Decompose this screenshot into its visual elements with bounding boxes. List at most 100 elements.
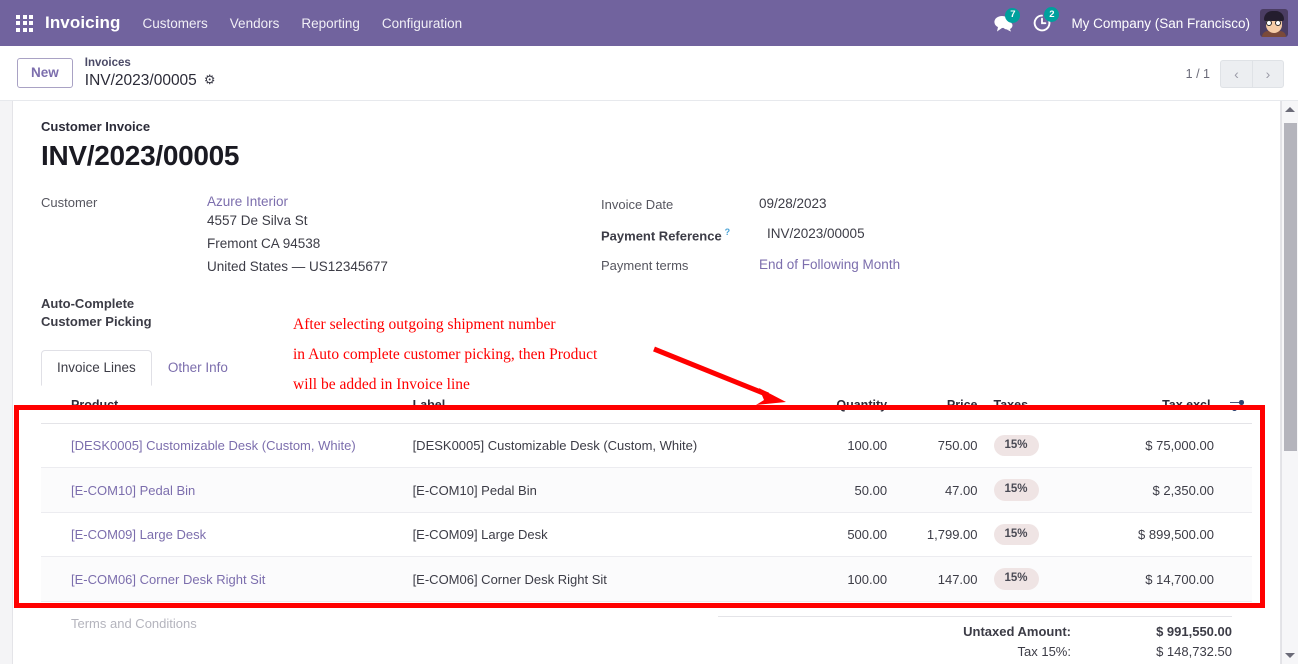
- customer-address-line-1: 4557 De Silva St: [207, 213, 308, 228]
- cell-taxes[interactable]: 15%: [985, 512, 1082, 558]
- cell-product[interactable]: [E-COM10] Pedal Bin: [41, 467, 405, 513]
- customer-address-line-2: Fremont CA 94538: [207, 236, 321, 252]
- avatar[interactable]: [1260, 9, 1288, 37]
- cell-quantity[interactable]: 100.00: [790, 423, 896, 469]
- column-header-quantity[interactable]: Quantity: [790, 385, 896, 424]
- avatar-glasses-right: [1275, 20, 1281, 26]
- column-header-label[interactable]: Label: [404, 385, 791, 424]
- activities-menu[interactable]: 2: [1033, 7, 1060, 32]
- invoice-date-label: Invoice Date: [601, 197, 674, 212]
- customer-value-group: Azure Interior 4557 De Silva St Fremont …: [207, 194, 388, 279]
- tab-invoice-lines[interactable]: Invoice Lines: [41, 349, 152, 386]
- tax-badge: 15%: [993, 568, 1039, 590]
- cell-tax-excl: $ 14,700.00: [1081, 556, 1222, 602]
- field-payment-terms: Payment terms End of Following Month: [601, 257, 1121, 273]
- column-header-tax-excl[interactable]: Tax excl.: [1081, 385, 1222, 424]
- column-header-price[interactable]: Price: [895, 385, 986, 424]
- column-header-taxes[interactable]: Taxes: [985, 385, 1082, 424]
- pager-buttons: ‹ ›: [1220, 59, 1284, 88]
- cell-taxes[interactable]: 15%: [985, 467, 1082, 513]
- vertical-scrollbar[interactable]: [1281, 101, 1298, 664]
- tax-value: $ 148,732.50: [1156, 643, 1232, 659]
- sheet-footer: Terms and Conditions Untaxed Amount: $ 9…: [41, 615, 1252, 664]
- pager-count: 1 / 1: [1185, 66, 1210, 81]
- scroll-up-arrow-icon[interactable]: [1282, 101, 1298, 118]
- cell-label[interactable]: [E-COM09] Large Desk: [404, 512, 791, 558]
- table-row[interactable]: [E-COM10] Pedal Bin [E-COM10] Pedal Bin …: [41, 467, 1252, 513]
- avatar-glasses-left: [1266, 20, 1272, 26]
- terms-and-conditions-input[interactable]: Terms and Conditions: [49, 616, 718, 664]
- cell-spacer: [1221, 512, 1252, 558]
- invoice-lines-table: Product Label Quantity Price Taxes Tax e…: [41, 385, 1252, 602]
- help-icon[interactable]: ?: [725, 227, 731, 237]
- payment-reference-value[interactable]: INV/2023/00005: [767, 226, 865, 241]
- cell-price[interactable]: 1,799.00: [895, 512, 986, 558]
- cell-quantity[interactable]: 100.00: [790, 556, 896, 602]
- table-header-row: Product Label Quantity Price Taxes Tax e…: [41, 385, 1252, 424]
- menu-configuration[interactable]: Configuration: [382, 16, 462, 31]
- cell-price[interactable]: 147.00: [895, 556, 986, 602]
- menu-vendors[interactable]: Vendors: [230, 16, 280, 31]
- cell-tax-excl: $ 899,500.00: [1081, 512, 1222, 558]
- activities-badge: 2: [1044, 7, 1060, 22]
- total-row-untaxed: Untaxed Amount: $ 991,550.00: [718, 624, 1232, 639]
- scroll-down-arrow-icon[interactable]: [1282, 647, 1298, 664]
- customer-label: Customer: [41, 195, 98, 210]
- control-panel: New Invoices INV/2023/00005 ⚙ 1 / 1 ‹ ›: [0, 46, 1298, 101]
- user-company-menu[interactable]: My Company (San Francisco): [1071, 16, 1250, 31]
- cell-quantity[interactable]: 500.00: [790, 512, 896, 558]
- cell-taxes[interactable]: 15%: [985, 423, 1082, 469]
- apps-grid-icon[interactable]: [16, 14, 33, 32]
- cell-tax-excl: $ 75,000.00: [1081, 423, 1222, 469]
- menu-reporting[interactable]: Reporting: [301, 16, 360, 31]
- chevron-right-icon[interactable]: ›: [1252, 59, 1284, 88]
- app-brand-invoicing[interactable]: Invoicing: [45, 13, 121, 33]
- scrollbar-thumb[interactable]: [1284, 123, 1297, 451]
- menu-customers[interactable]: Customers: [143, 16, 208, 31]
- tax-label: Tax 15%:: [1017, 643, 1071, 659]
- autocomplete-label-line2: Customer Picking: [41, 314, 152, 330]
- customer-address-line-3: United States — US12345677: [207, 259, 388, 275]
- invoice-date-value[interactable]: 09/28/2023: [759, 196, 827, 211]
- cell-label[interactable]: [E-COM10] Pedal Bin: [404, 467, 791, 513]
- tab-other-info[interactable]: Other Info: [152, 350, 244, 386]
- breadcrumb-parent-invoices[interactable]: Invoices: [85, 56, 216, 70]
- cell-quantity[interactable]: 50.00: [790, 467, 896, 513]
- table-row[interactable]: [E-COM09] Large Desk [E-COM09] Large Des…: [41, 512, 1252, 558]
- cell-spacer: [1221, 556, 1252, 602]
- column-header-product[interactable]: Product: [41, 385, 405, 424]
- cell-label[interactable]: [DESK0005] Customizable Desk (Custom, Wh…: [404, 423, 791, 469]
- autocomplete-label-line1: Auto-Complete: [41, 295, 135, 311]
- new-button[interactable]: New: [17, 58, 73, 88]
- payment-reference-label: Payment Reference?: [601, 226, 759, 243]
- field-payment-reference: Payment Reference? INV/2023/00005: [601, 226, 1121, 243]
- messages-menu[interactable]: 7: [994, 7, 1021, 32]
- customer-name-link[interactable]: Azure Interior: [207, 194, 388, 209]
- breadcrumb-current: INV/2023/00005 ⚙: [85, 71, 216, 90]
- table-row[interactable]: [DESK0005] Customizable Desk (Custom, Wh…: [41, 423, 1252, 469]
- untaxed-amount-value: $ 991,550.00: [1156, 623, 1232, 639]
- breadcrumb-current-label: INV/2023/00005: [84, 71, 197, 89]
- cell-price[interactable]: 47.00: [895, 467, 986, 513]
- invoice-lines-body: [DESK0005] Customizable Desk (Custom, Wh…: [41, 423, 1252, 602]
- cell-price[interactable]: 750.00: [895, 423, 986, 469]
- column-options-cell: [1221, 385, 1252, 424]
- header-fields-right: Invoice Date 09/28/2023 Payment Referenc…: [601, 194, 1121, 332]
- breadcrumb: Invoices INV/2023/00005 ⚙: [85, 56, 216, 90]
- document-kind: Customer Invoice: [41, 119, 151, 134]
- cell-product[interactable]: [DESK0005] Customizable Desk (Custom, Wh…: [41, 423, 405, 469]
- column-options-icon[interactable]: [1230, 399, 1244, 412]
- payment-terms-value[interactable]: End of Following Month: [759, 257, 900, 272]
- header-fields: Customer Azure Interior 4557 De Silva St…: [41, 194, 1252, 332]
- cell-label[interactable]: [E-COM06] Corner Desk Right Sit: [404, 556, 791, 602]
- chevron-left-icon[interactable]: ‹: [1220, 59, 1252, 88]
- cell-product[interactable]: [E-COM09] Large Desk: [41, 512, 405, 558]
- cell-product[interactable]: [E-COM06] Corner Desk Right Sit: [41, 556, 405, 602]
- tax-badge: 15%: [993, 434, 1039, 457]
- cell-taxes[interactable]: 15%: [985, 556, 1082, 602]
- payment-terms-label: Payment terms: [601, 258, 689, 274]
- table-row[interactable]: [E-COM06] Corner Desk Right Sit [E-COM06…: [41, 556, 1252, 602]
- form-viewport: Customer Invoice INV/2023/00005 Customer…: [0, 101, 1298, 664]
- totals-inner: Untaxed Amount: $ 991,550.00 Tax 15%: $ …: [718, 615, 1232, 659]
- gear-icon[interactable]: ⚙: [204, 72, 216, 88]
